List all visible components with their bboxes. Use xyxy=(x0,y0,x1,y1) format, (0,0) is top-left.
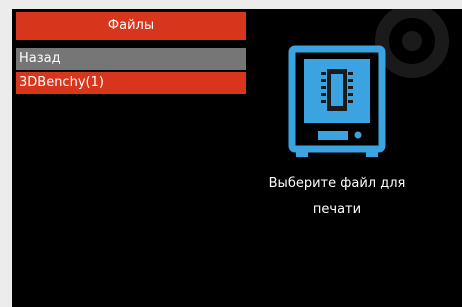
file-item-label: 3DBenchy(1) xyxy=(19,75,104,90)
files-title: Файлы xyxy=(107,18,155,33)
back-item[interactable]: Назад xyxy=(16,48,246,70)
file-item-3dbenchy[interactable]: 3DBenchy(1) xyxy=(16,72,246,94)
printer-icon xyxy=(288,45,386,157)
select-file-hint: Выберите файл для печати xyxy=(268,176,406,217)
files-title-bar: Файлы xyxy=(16,12,246,40)
back-item-label: Назад xyxy=(19,51,61,66)
printer-screen: Файлы Назад 3DBenchy(1) Выберите файл дл… xyxy=(12,9,462,307)
file-list: Назад 3DBenchy(1) xyxy=(16,48,246,96)
